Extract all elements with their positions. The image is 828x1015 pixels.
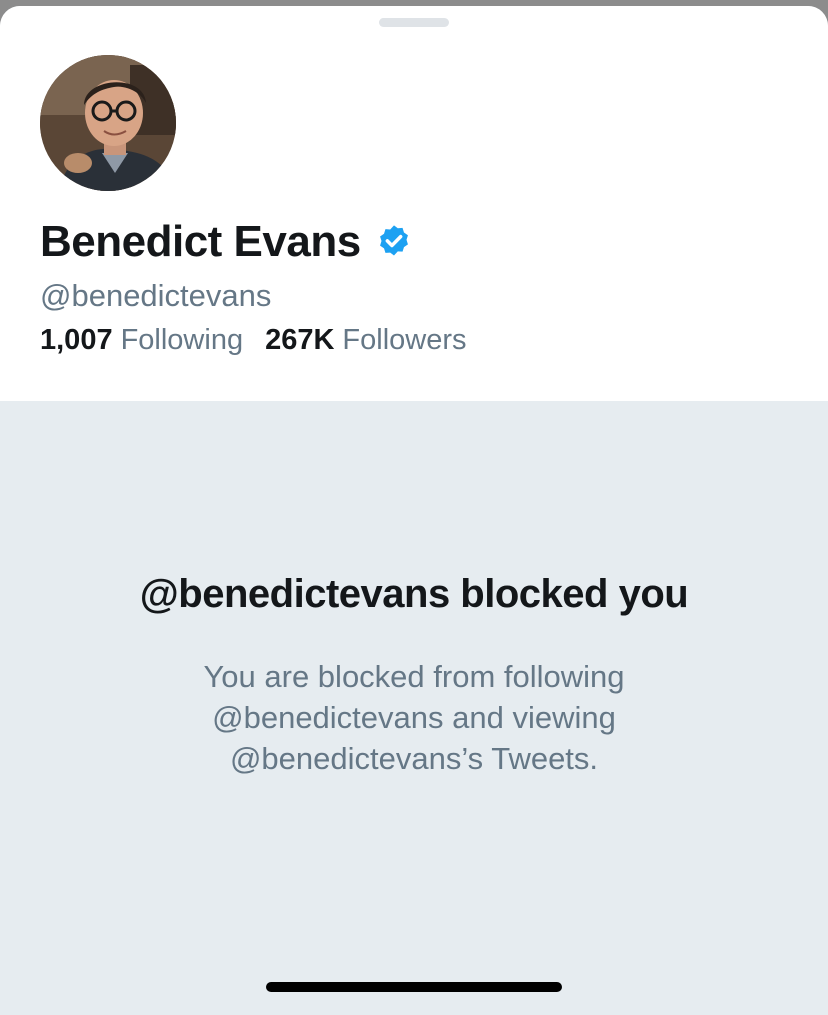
followers-label: Followers	[342, 324, 467, 356]
profile-handle: @benedictevans	[40, 278, 272, 313]
profile-header: Benedict Evans @benedictevans 1,007 Foll…	[0, 6, 828, 401]
avatar-photo-icon	[40, 55, 176, 191]
name-row: Benedict Evans	[40, 214, 413, 270]
following-stat[interactable]: 1,007 Following	[40, 324, 243, 357]
verified-badge-icon	[375, 223, 413, 261]
blocked-title: @benedictevans blocked you	[139, 572, 689, 616]
avatar[interactable]	[40, 55, 176, 191]
display-name: Benedict Evans	[40, 217, 361, 266]
profile-stats: 1,007 Following 267K Followers	[40, 324, 467, 357]
followers-stat[interactable]: 267K Followers	[265, 324, 466, 357]
profile-sheet: Benedict Evans @benedictevans 1,007 Foll…	[0, 6, 828, 1015]
following-count: 1,007	[40, 324, 113, 356]
sheet-grabber-handle[interactable]	[379, 18, 449, 27]
home-indicator[interactable]	[266, 982, 562, 992]
blocked-message: You are blocked from following @benedict…	[203, 659, 625, 776]
followers-count: 267K	[265, 324, 335, 356]
following-label: Following	[120, 324, 244, 356]
